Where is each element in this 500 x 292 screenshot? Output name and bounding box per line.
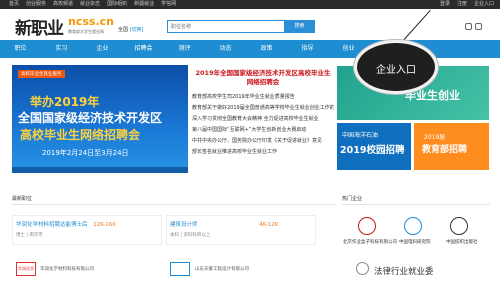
enterprise-entry-link[interactable]: 企业入口 [474, 0, 494, 9]
job-title[interactable]: 建筑设计师 [170, 222, 198, 228]
region-selector[interactable]: 全国 [切换] [118, 26, 144, 33]
wechat-icon [356, 262, 369, 275]
headline-news: 2019年全国国家级经济技术开发区高校毕业生网络招聘会 教育部高校学生司2019… [190, 65, 334, 175]
top-utility-bar: 首页 创业服务 高校频道 就业杂志 国际组织 新疆就业 学信网 登录 注册 企业… [0, 0, 500, 9]
company-name[interactable]: 山东天蒙工程设计有限公司 [195, 266, 249, 272]
news-item[interactable]: 深入学习贯彻全国教育大会精神 全力促进高校毕业生就业 [192, 114, 334, 125]
header-icons [465, 23, 485, 30]
promo-3-big: 教育部招聘 [422, 145, 468, 155]
mobile-icon[interactable] [465, 23, 472, 30]
banner-line-3: 高校毕业生网络招聘会 [20, 128, 141, 142]
nav-item-internship[interactable]: 实习 [41, 40, 82, 58]
nav-item-policy[interactable]: 政策 [246, 40, 287, 58]
job-row: 建筑设计师 4K-12K [170, 220, 278, 228]
company-name[interactable]: 华润化学材料科技有限公司 [40, 266, 94, 272]
search-button[interactable]: 搜索 [284, 20, 315, 33]
login-link[interactable]: 登录 [440, 0, 450, 9]
top-links: 首页 创业服务 高校频道 就业杂志 国际组织 新疆就业 学信网 [9, 0, 183, 9]
company-logo[interactable] [358, 217, 376, 235]
search-box: 搜索 [167, 20, 315, 33]
register-link[interactable]: 注册 [457, 0, 467, 9]
latest-jobs-title: 最新职位 [12, 196, 33, 202]
promo-3-small: 2019届 [424, 134, 446, 141]
nav-item-jobs[interactable]: 职位 [0, 40, 41, 58]
nav-item-guidance[interactable]: 指导 [287, 40, 328, 58]
section-divider [12, 204, 335, 205]
news-item[interactable]: 部长签名就业推进高校毕业生就业工作 [192, 147, 334, 158]
job-salary: 4K-12K [259, 222, 279, 228]
search-input[interactable] [168, 21, 278, 32]
job-meta-row: 本科 | 资料科目以上 [170, 232, 210, 238]
hot-company-name[interactable]: 北京作业盒子科技有限公司 [343, 239, 397, 245]
job-meta: 博士 | 南京市 [16, 233, 43, 238]
top-link[interactable]: 创业服务 [26, 0, 46, 9]
top-link[interactable]: 首页 [9, 0, 19, 9]
company-logo[interactable] [170, 262, 190, 276]
hot-company-name[interactable]: 中国纺织出版社 [446, 239, 478, 245]
hot-companies-title: 热门企业 [342, 196, 363, 202]
banner-dates: 2019年2月24日至3月24日 [42, 149, 129, 157]
company-logo[interactable] [450, 217, 468, 235]
nav-item-companies[interactable]: 企业 [82, 40, 123, 58]
carousel-indicator[interactable] [12, 167, 188, 173]
promo-cnooc[interactable]: 中国海洋石油 2019校园招聘 [337, 123, 411, 170]
nav-item-news[interactable]: 动态 [205, 40, 246, 58]
nav-item-job-fairs[interactable]: 招聘会 [123, 40, 164, 58]
job-salary: 12K-16K [93, 222, 116, 228]
company-logo[interactable] [404, 217, 422, 235]
news-item[interactable]: 教育部高校学生司2019年毕业生就业质量报告 [192, 92, 334, 103]
hero-banner[interactable]: 高校毕业生就业服务 举办2019年 全国国家级经济技术开发区 高校毕业生网络招聘… [12, 65, 188, 173]
enterprise-entry-label: 企业入口 [376, 65, 416, 76]
job-title[interactable]: 华润化学材料招聘达能博士后 [16, 222, 88, 228]
job-meta: 本科 | 资料科目以上 [170, 233, 211, 238]
promo-2-big: 2019校园招聘 [340, 145, 405, 156]
top-link[interactable]: 就业杂志 [80, 0, 100, 9]
enterprise-entry-callout[interactable]: 企业入口 [354, 40, 438, 94]
top-link[interactable]: 高校频道 [53, 0, 73, 9]
banner-line-1: 举办2019年 [30, 95, 100, 109]
region-switch[interactable]: [切换] [130, 27, 144, 33]
promo-ministry[interactable]: 2019届 教育部招聘 [414, 123, 489, 170]
news-headline[interactable]: 2019年全国国家级经济技术开发区高校毕业生网络招聘会 [193, 69, 333, 87]
news-item[interactable]: 第八届中国国际“互联网+”大学生创新创业大赛启动 [192, 125, 334, 136]
hot-company-name[interactable]: 中国电科研究院 [399, 239, 431, 245]
job-row: 华润化学材料招聘达能博士后 12K-16K [16, 220, 116, 228]
top-link[interactable]: 学信网 [161, 0, 176, 9]
banner-tag: 高校毕业生就业服务 [18, 70, 65, 78]
region-label: 全国 [118, 27, 129, 33]
logo-english[interactable]: ncss.cn [68, 15, 114, 28]
account-links: 登录 注册 企业入口 [433, 0, 494, 9]
promo-2-small: 中国海洋石油 [342, 132, 379, 139]
logo-subtitle: 教育部大学生就业网 [68, 29, 104, 34]
top-link[interactable]: 新疆就业 [134, 0, 154, 9]
banner-line-2: 全国国家级经济技术开发区 [18, 111, 163, 125]
news-item[interactable]: 教育部关于做好2019届全国普通高等学校毕业生就业创业工作的通知 [192, 103, 334, 114]
qrcode-icon[interactable] [475, 23, 482, 30]
page: 首页 创业服务 高校频道 就业杂志 国际组织 新疆就业 学信网 登录 注册 企业… [0, 0, 500, 292]
news-list: 教育部高校学生司2019年毕业生就业质量报告 教育部关于做好2019届全国普通高… [192, 92, 334, 158]
nav-item-assessment[interactable]: 测评 [164, 40, 205, 58]
company-logo[interactable]: 华润化学 [16, 262, 36, 276]
section-divider [342, 204, 490, 205]
logo-chinese[interactable]: 新职业 [15, 14, 64, 39]
news-item[interactable]: 中共中央办公厅、国务院办公厅印发《关于促进就业》意见 [192, 136, 334, 147]
job-meta-row: 博士 | 南京市 [16, 232, 43, 238]
top-link[interactable]: 国际组织 [107, 0, 127, 9]
watermark: 法律行业就业委 [372, 264, 436, 278]
